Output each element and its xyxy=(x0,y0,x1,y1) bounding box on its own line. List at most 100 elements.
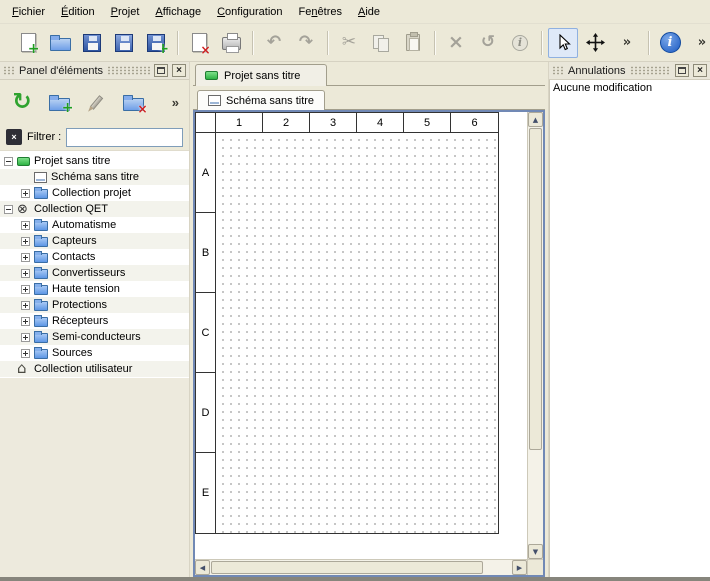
tree-expander-icon[interactable] xyxy=(21,189,30,198)
pan-mode-button[interactable] xyxy=(580,28,610,58)
horizontal-scroll-thumb[interactable] xyxy=(211,561,483,574)
undo-button[interactable]: ↶ xyxy=(259,28,289,58)
copy-button[interactable] xyxy=(366,28,396,58)
row-label: C xyxy=(196,293,215,373)
save-all-icon: + xyxy=(147,34,165,52)
delete-element-button[interactable]: × xyxy=(117,86,149,118)
toolbar-extension-button[interactable]: » xyxy=(687,28,710,58)
tree-item[interactable]: Semi-conducteurs xyxy=(0,329,189,345)
elements-toolbar-overflow-button[interactable]: » xyxy=(168,95,183,110)
new-project-button[interactable]: + xyxy=(13,28,43,58)
vertical-scrollbar[interactable]: ▲ ▼ xyxy=(527,112,543,559)
filter-input[interactable] xyxy=(66,128,183,147)
menu-item[interactable]: Configuration xyxy=(209,0,290,23)
new-element-button[interactable]: + xyxy=(43,86,75,118)
print-button[interactable] xyxy=(216,28,246,58)
horizontal-scrollbar[interactable]: ◀ ▶ xyxy=(195,559,527,575)
pencil-icon xyxy=(89,95,102,110)
save-button[interactable] xyxy=(77,28,107,58)
menu-item[interactable]: Édition xyxy=(53,0,103,23)
tree-item[interactable]: Contacts xyxy=(0,249,189,265)
vertical-scroll-thumb[interactable] xyxy=(529,128,542,450)
open-project-button[interactable] xyxy=(45,28,75,58)
float-undo-panel-button[interactable] xyxy=(675,64,689,77)
tree-item-icon xyxy=(34,317,48,327)
tree-item[interactable]: Capteurs xyxy=(0,233,189,249)
delete-icon: × xyxy=(448,33,464,52)
close-undo-panel-button[interactable]: × xyxy=(693,64,707,77)
tree-expander-icon[interactable] xyxy=(4,205,13,214)
rotate-button[interactable]: ↺ xyxy=(473,28,503,58)
menu-item[interactable]: Aide xyxy=(350,0,388,23)
tree-expander-icon[interactable] xyxy=(21,317,30,326)
tree-expander-icon[interactable] xyxy=(4,157,13,166)
undo-panel-title: Annulations xyxy=(568,65,626,77)
tree-expander-icon[interactable] xyxy=(21,285,30,294)
menu-item[interactable]: Projet xyxy=(103,0,148,23)
tree-expander-icon[interactable] xyxy=(21,237,30,246)
scroll-left-button[interactable]: ◀ xyxy=(195,560,210,575)
redo-button[interactable]: ↷ xyxy=(291,28,321,58)
reload-collections-button[interactable]: ↻ xyxy=(6,86,38,118)
tree-expander-icon[interactable] xyxy=(21,221,30,230)
tree-expander-icon[interactable] xyxy=(21,349,30,358)
elements-panel-titlebar[interactable]: Panel d'éléments × xyxy=(0,62,189,80)
scroll-track[interactable] xyxy=(528,451,543,544)
element-info-button[interactable]: i xyxy=(505,28,535,58)
toolbar-separator xyxy=(252,31,253,55)
paste-icon xyxy=(406,34,420,51)
about-qet-button[interactable]: i xyxy=(655,28,685,58)
tree-expander-icon[interactable] xyxy=(21,269,30,278)
elements-tree: Projet sans titre Schéma sans titre Coll… xyxy=(0,150,189,378)
schema-sheet: 123456 ABCDE xyxy=(195,112,499,534)
tree-item[interactable]: Convertisseurs xyxy=(0,265,189,281)
float-elements-panel-button[interactable] xyxy=(154,64,168,77)
tree-item[interactable]: Protections xyxy=(0,297,189,313)
tree-item-label: Récepteurs xyxy=(52,315,108,327)
schema-tab[interactable]: Schéma sans titre xyxy=(197,90,325,110)
menu-item[interactable]: Affichage xyxy=(147,0,209,23)
tree-item-icon xyxy=(34,172,47,183)
toolbar-overflow-button[interactable]: » xyxy=(612,28,642,58)
qelectrotech-window: Fichier Édition Projet Affichage Configu… xyxy=(0,0,710,581)
tree-item[interactable]: Schéma sans titre xyxy=(0,169,189,185)
select-mode-button[interactable] xyxy=(548,28,578,58)
tree-expander-icon[interactable] xyxy=(21,301,30,310)
save-all-button[interactable]: + xyxy=(141,28,171,58)
undo-panel-titlebar[interactable]: Annulations × xyxy=(549,62,710,80)
tree-item[interactable]: Automatisme xyxy=(0,217,189,233)
tree-item[interactable]: Collection QET xyxy=(0,201,189,217)
scroll-up-button[interactable]: ▲ xyxy=(528,112,543,127)
tree-expander-icon[interactable] xyxy=(21,333,30,342)
toolbar-separator xyxy=(177,31,178,55)
cut-button[interactable]: ✂ xyxy=(334,28,364,58)
info-icon: i xyxy=(512,35,528,51)
close-elements-panel-button[interactable]: × xyxy=(172,64,186,77)
undo-history-list[interactable]: Aucune modification xyxy=(549,80,710,577)
scroll-right-button[interactable]: ▶ xyxy=(512,560,527,575)
paste-button[interactable] xyxy=(398,28,428,58)
tree-item-label: Collection projet xyxy=(52,187,131,199)
menu-item[interactable]: Fichier xyxy=(4,0,53,23)
delete-button[interactable]: × xyxy=(441,28,471,58)
clear-filter-button[interactable]: × xyxy=(6,129,22,145)
scroll-track[interactable] xyxy=(484,560,512,575)
tree-item[interactable]: Collection utilisateur xyxy=(0,361,189,377)
edit-element-button[interactable] xyxy=(80,86,112,118)
tree-item[interactable]: Récepteurs xyxy=(0,313,189,329)
project-tab[interactable]: Projet sans titre xyxy=(195,64,327,86)
save-as-button[interactable] xyxy=(109,28,139,58)
scroll-down-button[interactable]: ▼ xyxy=(528,544,543,559)
close-project-button[interactable]: × xyxy=(184,28,214,58)
tree-item[interactable]: Sources xyxy=(0,345,189,361)
dock-grip-dots xyxy=(107,66,150,75)
tree-item[interactable]: Projet sans titre xyxy=(0,153,189,169)
schema-canvas[interactable]: 123456 ABCDE xyxy=(195,112,527,559)
float-icon xyxy=(157,67,165,74)
tree-item[interactable]: Haute tension xyxy=(0,281,189,297)
tree-item[interactable]: Collection projet xyxy=(0,185,189,201)
tree-item-icon xyxy=(34,269,48,279)
menu-item[interactable]: Fenêtres xyxy=(291,0,350,23)
tree-expander-icon[interactable] xyxy=(21,253,30,262)
schema-icon xyxy=(208,95,221,106)
